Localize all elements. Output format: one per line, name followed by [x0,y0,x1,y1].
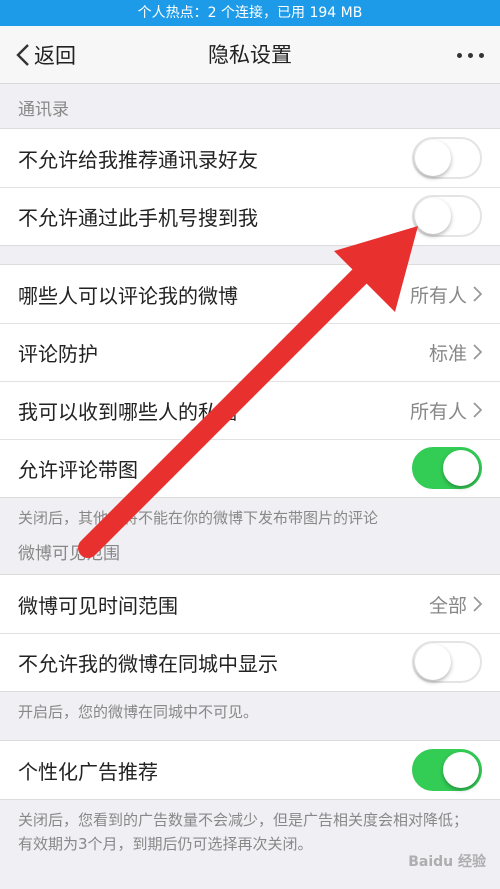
status-bar: 个人热点：2 个连接，已用 194 MB [0,0,500,26]
comment-image-note: 关闭后，其他人将不能在你的微博下发布带图片的评论 [18,509,379,527]
toggle-knob [443,450,479,486]
local-city-toggle[interactable] [412,641,482,683]
row-label: 我可以收到哪些人的私信 [18,399,238,424]
value-text: 所有人 [409,284,467,307]
comment-image-toggle[interactable] [412,447,482,489]
visible-time-range-row[interactable]: 微博可见时间范围 全部 [0,575,500,633]
row-label: 微博可见时间范围 [18,593,178,618]
comment-protection-row[interactable]: 评论防护 标准 [0,323,500,381]
more-button[interactable] [457,26,484,84]
more-dot-icon [468,52,473,58]
toggle-knob [415,140,451,176]
more-dot-icon [457,52,462,58]
watermark: Baidu 经验 [408,854,486,870]
comment-image-row[interactable]: 允许评论带图 [0,439,500,497]
row-label: 哪些人可以评论我的微博 [18,283,238,308]
contacts-group: 不允许给我推荐通讯录好友 不允许通过此手机号搜到我 [0,128,500,246]
ads-note: 关闭后，您看到的广告数量不会减少，但是广告相关度会相对降低；有效期为3个月，到期… [18,811,469,853]
row-value: 所有人 [410,397,482,424]
row-label: 不允许通过此手机号搜到我 [18,205,258,230]
section-header-visibility: 微博可见范围 [18,544,120,564]
row-label: 个性化广告推荐 [18,759,158,784]
chevron-right-icon [473,286,482,302]
row-label: 允许评论带图 [18,457,138,482]
personalized-ads-row[interactable]: 个性化广告推荐 [0,741,500,799]
navigation-bar: 返回 隐私设置 [0,26,500,84]
phone-search-row[interactable]: 不允许通过此手机号搜到我 [0,187,500,245]
phone-search-toggle[interactable] [412,195,482,237]
row-value: 全部 [429,591,482,618]
toggle-knob [443,752,479,788]
who-can-comment-row[interactable]: 哪些人可以评论我的微博 所有人 [0,265,500,323]
chevron-right-icon [473,402,482,418]
row-label: 评论防护 [18,341,98,366]
comments-group: 哪些人可以评论我的微博 所有人 评论防护 标准 我可以收到哪些人的私信 所有人 … [0,264,500,498]
chevron-left-icon [16,44,29,66]
local-city-note: 开启后，您的微博在同城中不可见。 [18,703,259,721]
value-text: 全部 [428,594,467,617]
value-text: 标准 [428,342,467,365]
private-message-row[interactable]: 我可以收到哪些人的私信 所有人 [0,381,500,439]
row-value: 所有人 [410,281,482,308]
section-header-contacts: 通讯录 [18,100,69,120]
toggle-knob [415,644,451,680]
recommend-contacts-toggle[interactable] [412,137,482,179]
row-value: 标准 [429,339,482,366]
personalized-ads-toggle[interactable] [412,749,482,791]
back-label: 返回 [34,44,76,68]
row-label: 不允许给我推荐通讯录好友 [18,147,258,172]
row-label: 不允许我的微博在同城中显示 [18,651,278,676]
toggle-knob [415,198,451,234]
value-text: 所有人 [409,400,467,423]
chevron-right-icon [473,596,482,612]
local-city-row[interactable]: 不允许我的微博在同城中显示 [0,633,500,691]
recommend-contacts-row[interactable]: 不允许给我推荐通讯录好友 [0,129,500,187]
back-button[interactable]: 返回 [16,26,76,84]
visibility-group: 微博可见时间范围 全部 不允许我的微博在同城中显示 [0,574,500,692]
chevron-right-icon [473,344,482,360]
more-dot-icon [479,52,484,58]
ads-group: 个性化广告推荐 [0,740,500,800]
